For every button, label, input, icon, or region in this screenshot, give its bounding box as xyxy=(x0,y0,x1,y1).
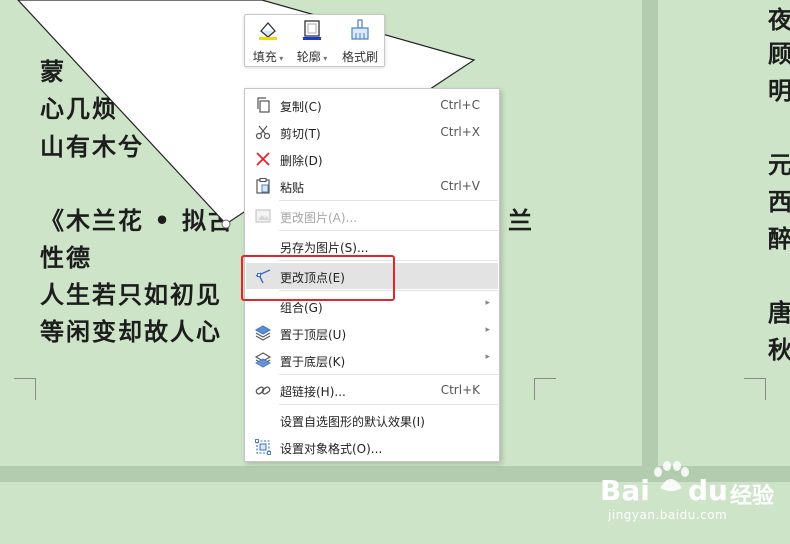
menu-separator xyxy=(279,200,498,201)
menu-separator xyxy=(279,230,498,231)
menu-separator xyxy=(279,374,498,375)
submenu-arrow-icon: ▸ xyxy=(485,298,490,308)
watermark-brand-du: du xyxy=(688,474,728,507)
menu-item-shortcut: Ctrl+C xyxy=(440,98,480,112)
outline-label: 轮廓 ▾ xyxy=(296,50,328,64)
menu-item-set-default-shape-effect[interactable]: 设置自选图形的默认效果(I) xyxy=(246,407,498,433)
change-picture-icon xyxy=(255,209,271,223)
send-to-back-icon xyxy=(254,352,272,368)
submenu-arrow-icon: ▸ xyxy=(485,352,490,362)
menu-item-delete[interactable]: 删除(D) xyxy=(246,146,498,172)
menu-separator xyxy=(279,404,498,405)
menu-item-cut[interactable]: 剪切(T) Ctrl+X xyxy=(246,119,498,145)
fill-bucket-icon xyxy=(259,22,277,40)
format-painter-label: 格式刷 xyxy=(341,50,378,64)
format-object-icon xyxy=(255,439,271,455)
menu-item-label: 删除(D) xyxy=(280,154,323,168)
menu-item-bring-to-front[interactable]: 置于顶层(U) ▸ xyxy=(246,320,498,346)
fill-label: 填充 ▾ xyxy=(252,50,284,64)
highlight-annotation-box xyxy=(241,255,395,301)
copy-icon xyxy=(257,97,270,113)
menu-item-send-to-back[interactable]: 置于底层(K) ▸ xyxy=(246,347,498,373)
watermark-suffix: 经验 xyxy=(730,484,775,509)
menu-item-label: 更改图片(A)... xyxy=(280,211,358,225)
hyperlink-icon xyxy=(255,386,271,395)
menu-item-label: 置于底层(K) xyxy=(280,355,346,369)
watermark-brand: Bai xyxy=(600,474,650,507)
menu-item-label: 设置对象格式(O)... xyxy=(280,442,383,456)
paw-icon xyxy=(654,461,689,491)
menu-item-shortcut: Ctrl+X xyxy=(440,125,480,139)
outline-icon xyxy=(303,20,321,40)
menu-item-label: 超链接(H)... xyxy=(280,385,346,399)
baidu-jingyan-watermark: Bai du 经验 jingyan.baidu.com xyxy=(592,456,788,528)
bring-to-front-icon xyxy=(254,325,272,341)
watermark-url: jingyan.baidu.com xyxy=(608,508,728,522)
format-painter-button[interactable]: 格式刷 xyxy=(337,15,383,66)
fill-button[interactable]: 填充 ▾ xyxy=(247,15,289,66)
shape-mini-toolbar: 填充 ▾ 轮廓 ▾ 格式刷 xyxy=(244,14,385,67)
menu-item-shortcut: Ctrl+K xyxy=(440,383,480,397)
menu-item-label: 设置自选图形的默认效果(I) xyxy=(280,415,425,429)
submenu-arrow-icon: ▸ xyxy=(485,325,490,335)
shape-vertex-handle[interactable] xyxy=(221,219,231,229)
delete-x-icon xyxy=(256,152,270,166)
menu-item-label: 粘贴 xyxy=(280,181,305,195)
menu-item-copy[interactable]: 复制(C) Ctrl+C xyxy=(246,92,498,118)
menu-item-label: 组合(G) xyxy=(280,301,323,315)
menu-item-change-picture: 更改图片(A)... xyxy=(246,203,498,229)
menu-item-label: 剪切(T) xyxy=(280,127,321,141)
paste-icon xyxy=(256,177,270,194)
menu-item-hyperlink[interactable]: 超链接(H)... Ctrl+K xyxy=(246,377,498,403)
menu-item-shortcut: Ctrl+V xyxy=(440,179,480,193)
menu-item-paste[interactable]: 粘贴 Ctrl+V xyxy=(246,173,498,199)
menu-item-label: 置于顶层(U) xyxy=(280,328,347,342)
scissors-icon xyxy=(255,125,271,140)
format-painter-icon xyxy=(351,19,369,40)
outline-button[interactable]: 轮廓 ▾ xyxy=(291,15,333,66)
menu-item-label: 复制(C) xyxy=(280,100,322,114)
menu-item-label: 另存为图片(S)... xyxy=(280,241,369,255)
menu-item-format-object[interactable]: 设置对象格式(O)... xyxy=(246,434,498,460)
